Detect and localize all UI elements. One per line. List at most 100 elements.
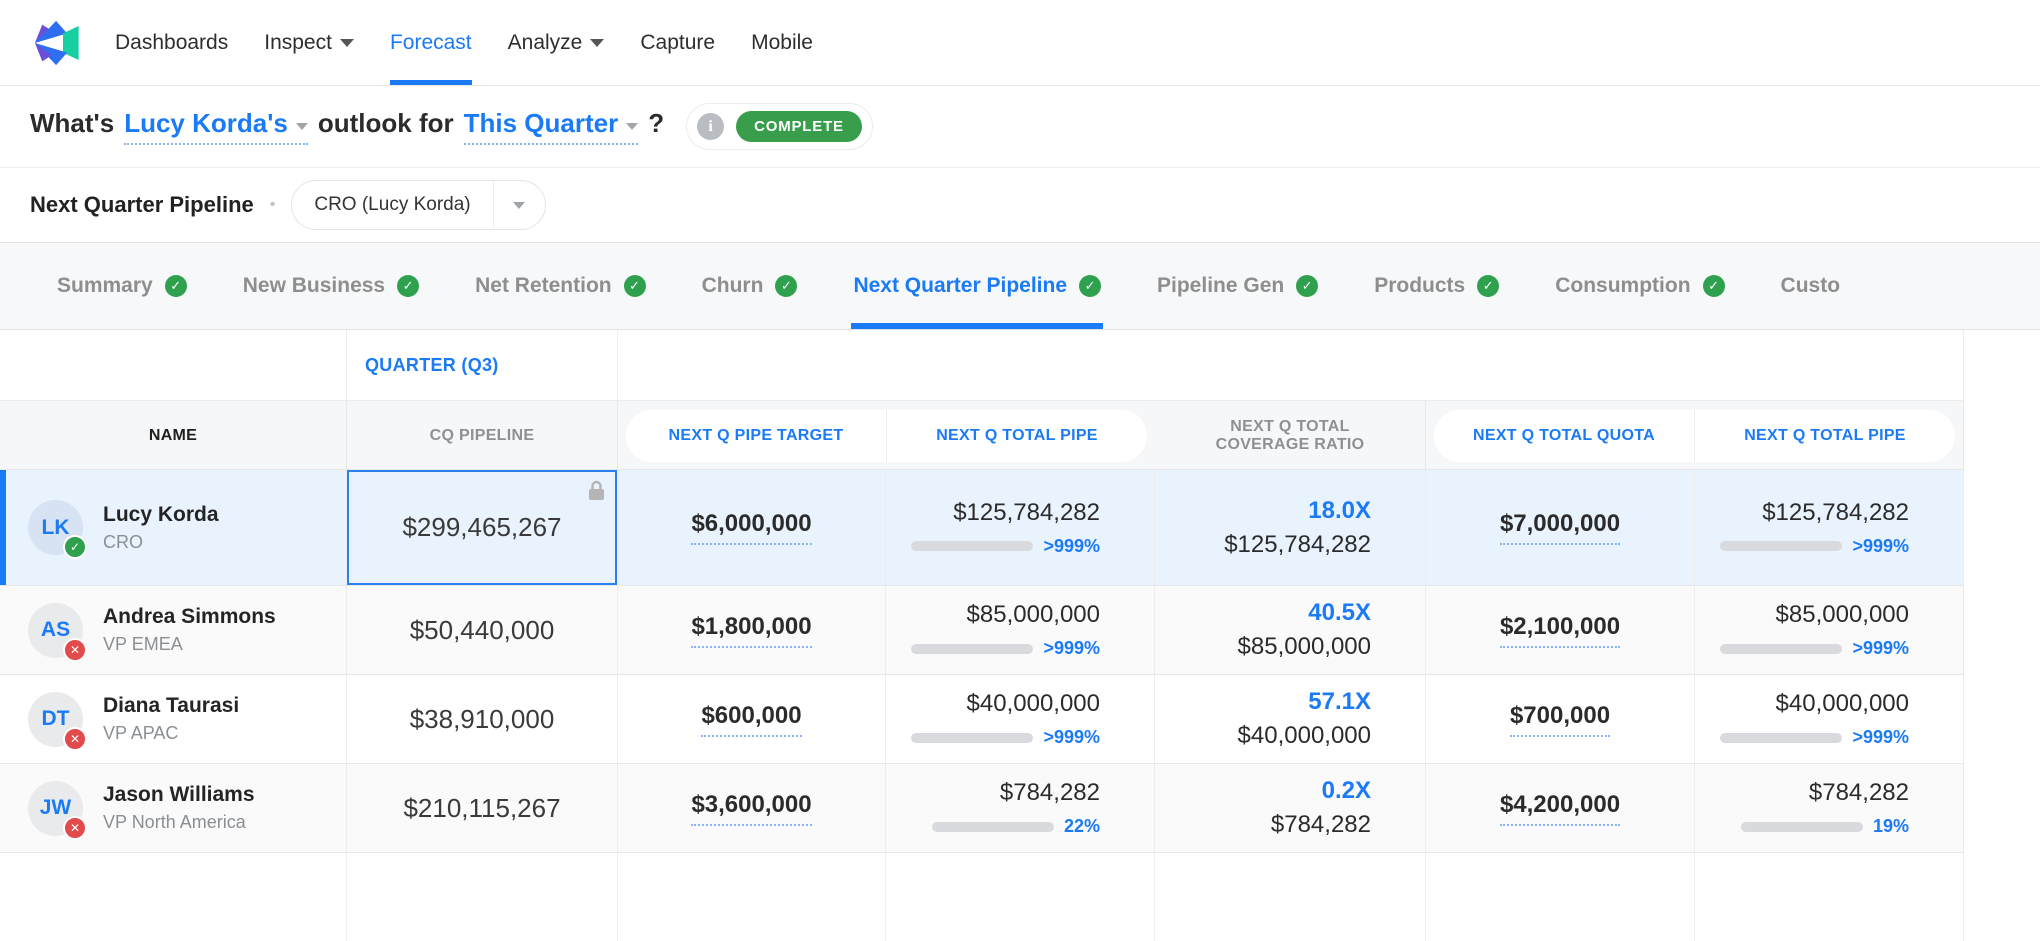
selected-cell-outline: $299,465,267 bbox=[347, 470, 617, 585]
quota-cell[interactable]: $7,000,000 bbox=[1426, 470, 1695, 585]
cross-badge-icon: ✕ bbox=[63, 816, 87, 840]
progress-bar bbox=[911, 541, 1033, 551]
dropdown-caret[interactable] bbox=[493, 181, 545, 229]
pipe-target-cell[interactable]: $1,800,000 bbox=[618, 586, 886, 674]
tab-summary[interactable]: Summary✓ bbox=[57, 243, 187, 329]
avatar: JW ✕ bbox=[28, 781, 83, 836]
column-header-next-q-total-pipe-2[interactable]: NEXT Q TOTAL PIPE bbox=[1694, 410, 1955, 462]
info-icon[interactable]: i bbox=[697, 113, 724, 140]
cq-pipeline-cell[interactable]: $50,440,000 bbox=[347, 586, 618, 674]
quota-cell[interactable]: $2,100,000 bbox=[1426, 586, 1695, 674]
chevron-down-icon bbox=[626, 123, 638, 130]
coverage-percent: 22% bbox=[1064, 816, 1100, 837]
quarter-group-label: QUARTER (Q3) bbox=[365, 355, 499, 376]
owner-dropdown-value: CRO (Lucy Korda) bbox=[292, 194, 492, 216]
person-selector[interactable]: Lucy Korda's bbox=[124, 108, 308, 145]
nav-item-inspect[interactable]: Inspect bbox=[264, 0, 354, 85]
check-circle-icon: ✓ bbox=[624, 275, 646, 297]
coverage-percent: 19% bbox=[1873, 816, 1909, 837]
nav-item-forecast[interactable]: Forecast bbox=[390, 0, 472, 85]
question-prefix: What's bbox=[30, 108, 114, 139]
nav-item-capture[interactable]: Capture bbox=[640, 0, 715, 85]
coverage-ratio-cell: 18.0X $125,784,282 bbox=[1155, 470, 1426, 585]
total-pipe-cell-2: $125,784,282 >999% bbox=[1695, 470, 1964, 585]
empty-row bbox=[0, 853, 1964, 941]
owner-dropdown[interactable]: CRO (Lucy Korda) bbox=[291, 180, 545, 230]
table-row: LK ✓ Lucy Korda CRO $299,465,267 $6,000,… bbox=[0, 470, 1964, 586]
person-role: CRO bbox=[103, 532, 219, 553]
cq-pipeline-cell[interactable]: $299,465,267 bbox=[347, 470, 618, 585]
nav-item-dashboards[interactable]: Dashboards bbox=[115, 0, 228, 85]
person-cell-andrea-simmons[interactable]: AS ✕ Andrea Simmons VP EMEA bbox=[0, 586, 347, 674]
clari-logo[interactable] bbox=[32, 20, 82, 66]
tab-customers[interactable]: Custo bbox=[1781, 243, 1841, 329]
question-middle: outlook for bbox=[318, 108, 454, 139]
coverage-percent: >999% bbox=[1043, 638, 1100, 659]
chevron-down-icon bbox=[513, 202, 525, 209]
pipe-target-cell[interactable]: $6,000,000 bbox=[618, 470, 886, 585]
person-role: VP APAC bbox=[103, 723, 239, 744]
check-circle-icon: ✓ bbox=[1477, 275, 1499, 297]
cq-pipeline-cell[interactable]: $38,910,000 bbox=[347, 675, 618, 763]
chevron-down-icon bbox=[296, 123, 308, 130]
check-circle-icon: ✓ bbox=[165, 275, 187, 297]
total-pipe-cell: $125,784,282 >999% bbox=[886, 470, 1155, 585]
tab-pipeline-gen[interactable]: Pipeline Gen✓ bbox=[1157, 243, 1318, 329]
coverage-percent: >999% bbox=[1043, 727, 1100, 748]
progress-bar bbox=[1720, 541, 1842, 551]
person-cell-diana-taurasi[interactable]: DT ✕ Diana Taurasi VP APAC bbox=[0, 675, 347, 763]
column-header-next-q-pipe-target[interactable]: NEXT Q PIPE TARGET bbox=[626, 410, 886, 462]
chevron-down-icon bbox=[340, 39, 354, 47]
nav-item-mobile[interactable]: Mobile bbox=[751, 0, 813, 85]
column-header-next-q-total-pipe[interactable]: NEXT Q TOTAL PIPE bbox=[886, 410, 1147, 462]
person-role: VP EMEA bbox=[103, 634, 276, 655]
column-header-cq-pipeline: CQ PIPELINE bbox=[347, 401, 618, 471]
coverage-ratio-cell: 0.2X $784,282 bbox=[1155, 764, 1426, 852]
progress-bar bbox=[1720, 733, 1842, 743]
avatar: AS ✕ bbox=[28, 603, 83, 658]
complete-status-badge: COMPLETE bbox=[736, 111, 862, 142]
quota-cell[interactable]: $4,200,000 bbox=[1426, 764, 1695, 852]
top-nav: Dashboards Inspect Forecast Analyze Capt… bbox=[0, 0, 2040, 86]
tab-net-retention[interactable]: Net Retention✓ bbox=[475, 243, 646, 329]
total-pipe-cell-2: $40,000,000 >999% bbox=[1695, 675, 1964, 763]
coverage-percent: >999% bbox=[1852, 536, 1909, 557]
person-cell-jason-williams[interactable]: JW ✕ Jason Williams VP North America bbox=[0, 764, 347, 852]
cross-badge-icon: ✕ bbox=[63, 638, 87, 662]
total-pipe-cell: $85,000,000 >999% bbox=[886, 586, 1155, 674]
tab-consumption[interactable]: Consumption✓ bbox=[1555, 243, 1724, 329]
check-badge-icon: ✓ bbox=[63, 535, 87, 559]
cq-pipeline-cell[interactable]: $210,115,267 bbox=[347, 764, 618, 852]
column-header-next-q-total-quota[interactable]: NEXT Q TOTAL QUOTA bbox=[1434, 410, 1694, 462]
pipe-target-cell[interactable]: $3,600,000 bbox=[618, 764, 886, 852]
lock-icon bbox=[588, 480, 605, 501]
header-pill-group-2: NEXT Q TOTAL QUOTA NEXT Q TOTAL PIPE bbox=[1434, 410, 1955, 462]
pipe-target-cell[interactable]: $600,000 bbox=[618, 675, 886, 763]
check-circle-icon: ✓ bbox=[775, 275, 797, 297]
forecast-table: QUARTER (Q3) NAME CQ PIPELINE NEXT Q PIP… bbox=[0, 330, 2040, 941]
tab-products[interactable]: Products✓ bbox=[1374, 243, 1499, 329]
tab-new-business[interactable]: New Business✓ bbox=[243, 243, 419, 329]
person-role: VP North America bbox=[103, 812, 255, 833]
coverage-ratio-cell: 40.5X $85,000,000 bbox=[1155, 586, 1426, 674]
total-pipe-cell-2: $784,282 19% bbox=[1695, 764, 1964, 852]
period-selector[interactable]: This Quarter bbox=[464, 108, 639, 145]
column-header-row: NAME CQ PIPELINE NEXT Q PIPE TARGET NEXT… bbox=[0, 400, 1964, 470]
tab-churn[interactable]: Churn✓ bbox=[702, 243, 798, 329]
header-pill-group-1: NEXT Q PIPE TARGET NEXT Q TOTAL PIPE bbox=[626, 410, 1147, 462]
quota-cell[interactable]: $700,000 bbox=[1426, 675, 1695, 763]
person-cell-lucy-korda[interactable]: LK ✓ Lucy Korda CRO bbox=[0, 470, 347, 585]
tab-next-quarter-pipeline[interactable]: Next Quarter Pipeline✓ bbox=[853, 243, 1101, 329]
table-row: AS ✕ Andrea Simmons VP EMEA $50,440,000 … bbox=[0, 586, 1964, 675]
check-circle-icon: ✓ bbox=[1296, 275, 1318, 297]
progress-bar bbox=[911, 644, 1033, 654]
status-group: i COMPLETE bbox=[686, 103, 873, 150]
check-circle-icon: ✓ bbox=[1703, 275, 1725, 297]
progress-bar bbox=[1720, 644, 1842, 654]
total-pipe-cell-2: $85,000,000 >999% bbox=[1695, 586, 1964, 674]
total-pipe-cell: $784,282 22% bbox=[886, 764, 1155, 852]
check-circle-icon: ✓ bbox=[397, 275, 419, 297]
person-name: Jason Williams bbox=[103, 783, 255, 807]
nav-item-analyze[interactable]: Analyze bbox=[508, 0, 605, 85]
avatar: LK ✓ bbox=[28, 500, 83, 555]
